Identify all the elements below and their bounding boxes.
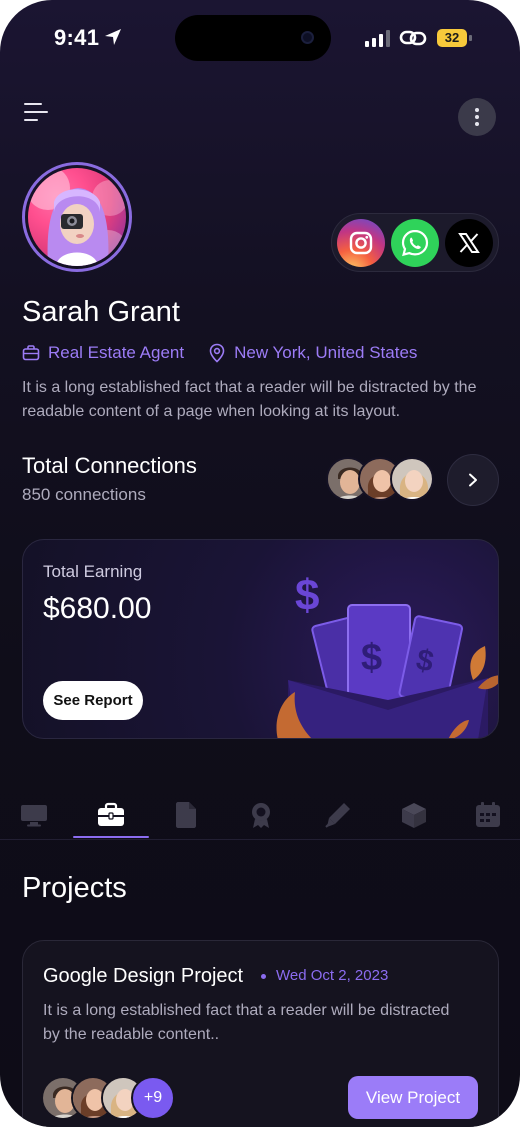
calendar-icon [476, 802, 500, 827]
avatar[interactable] [22, 162, 132, 272]
earning-label: Total Earning [43, 562, 143, 581]
battery-icon: 32 [437, 29, 467, 47]
chevron-right-icon [469, 473, 477, 487]
profile-tabs [0, 797, 520, 841]
profile-meta: Real Estate Agent New York, United State… [22, 343, 417, 363]
x-icon[interactable] [445, 219, 493, 267]
more-options-button[interactable] [458, 98, 496, 136]
see-report-button[interactable]: See Report [43, 681, 143, 720]
project-card: Google Design Project Wed Oct 2, 2023 It… [22, 940, 499, 1127]
project-name: Google Design Project [43, 965, 244, 987]
svg-text:$: $ [295, 571, 319, 620]
connections-title: Total Connections [22, 453, 197, 478]
award-icon [252, 803, 270, 828]
profile-bio: It is a long established fact that a rea… [22, 379, 477, 420]
earning-amount: $680.00 [43, 592, 152, 625]
pen-icon [325, 803, 350, 828]
active-tab-indicator [73, 836, 149, 838]
tab-monitor[interactable] [14, 797, 54, 833]
battery-tip [469, 35, 472, 41]
document-icon [176, 802, 196, 828]
profile-role: Real Estate Agent [22, 343, 184, 363]
briefcase-icon [98, 802, 124, 826]
connections-avatars[interactable] [326, 457, 438, 501]
tab-briefcase[interactable] [91, 797, 131, 833]
box-icon [402, 803, 426, 828]
phone-screen: 9:41 32 Sarah Grant Real Estate Agent Ne… [0, 0, 520, 1127]
instagram-icon[interactable] [337, 219, 385, 267]
avatar [390, 457, 434, 501]
projects-title: Projects [22, 872, 127, 904]
tab-box[interactable] [394, 797, 434, 833]
signal-icon [365, 30, 390, 47]
profile-location-label: New York, United States [234, 343, 418, 362]
link-icon [399, 30, 427, 46]
camera-icon [301, 31, 314, 44]
social-links [331, 213, 499, 272]
tab-document[interactable] [166, 797, 206, 833]
connections-arrow-button[interactable] [447, 454, 499, 506]
profile-name: Sarah Grant [22, 296, 180, 328]
whatsapp-icon[interactable] [391, 219, 439, 267]
status-time: 9:41 [54, 25, 100, 50]
avatar-photo [28, 168, 126, 266]
tab-pen[interactable] [318, 797, 358, 833]
tab-calendar[interactable] [468, 797, 508, 833]
members-more-badge[interactable]: +9 [131, 1076, 175, 1120]
project-members[interactable]: +9 [41, 1076, 181, 1120]
profile-role-label: Real Estate Agent [48, 343, 185, 362]
profile-location: New York, United States [208, 343, 417, 363]
menu-icon[interactable] [24, 100, 50, 126]
dynamic-island [175, 15, 331, 61]
tabs-divider [0, 839, 520, 840]
monitor-icon [21, 805, 47, 827]
project-description: It is a long established fact that a rea… [43, 1002, 450, 1043]
earning-card: Total Earning $680.00 See Report $ $ $ [22, 539, 499, 739]
view-project-button[interactable]: View Project [348, 1076, 478, 1119]
connections-count: 850 connections [22, 485, 146, 504]
project-date-dot [261, 974, 266, 979]
project-date: Wed Oct 2, 2023 [276, 967, 389, 984]
money-wallet-illustration: $ $ $ [276, 571, 498, 738]
status-bar: 9:41 32 [0, 0, 520, 72]
location-pin-icon [209, 343, 225, 363]
tab-award[interactable] [241, 797, 281, 833]
briefcase-icon [22, 345, 40, 361]
svg-text:$: $ [361, 637, 382, 679]
location-arrow-icon [105, 29, 121, 45]
